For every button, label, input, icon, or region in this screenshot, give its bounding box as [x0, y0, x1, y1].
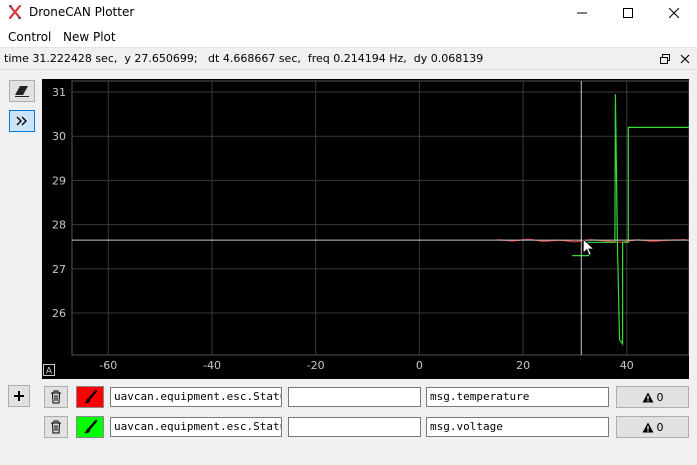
x-tick-label: -40	[203, 359, 221, 372]
paintbrush-icon	[84, 419, 98, 434]
warning-icon	[642, 422, 653, 432]
expression-field[interactable]: msg.voltage	[426, 417, 609, 437]
app-icon	[8, 4, 22, 20]
maximize-button[interactable]	[605, 0, 651, 26]
warnings-button[interactable]: 0	[616, 416, 689, 438]
x-tick-label: 0	[416, 359, 423, 372]
paintbrush-icon	[84, 389, 98, 404]
trash-icon	[51, 420, 61, 434]
extra-filter-field[interactable]	[288, 417, 421, 437]
expression-field[interactable]: msg.temperature	[426, 387, 609, 407]
add-curve-button[interactable]	[8, 385, 30, 407]
menu-control[interactable]: Control	[8, 30, 51, 44]
plot-canvas[interactable]: -60 -40 -20 0 20 40 31 30 29 28 27 26	[42, 79, 689, 379]
curve-color-button[interactable]	[76, 386, 104, 408]
x-tick-label: 40	[620, 359, 634, 372]
plus-icon	[14, 391, 24, 401]
minimize-button[interactable]	[559, 0, 605, 26]
double-chevron-right-icon	[16, 116, 27, 126]
y-tick-label: 27	[52, 263, 66, 276]
plot-frame	[71, 80, 689, 356]
warnings-button[interactable]: 0	[616, 386, 689, 408]
warnings-count: 0	[656, 390, 664, 404]
menu-bar: Control New Plot	[0, 26, 697, 48]
cursor-readout-bar: time 31.222428 sec, y 27.650699; dt 4.66…	[0, 49, 697, 70]
auto-range-label: A	[46, 367, 53, 377]
y-tick-label: 31	[52, 86, 66, 99]
window-title: DroneCAN Plotter	[29, 5, 135, 19]
y-tick-label: 26	[52, 307, 66, 320]
toggle-curves-button[interactable]	[9, 110, 35, 132]
close-window-button[interactable]	[651, 0, 697, 26]
eraser-icon	[15, 86, 29, 97]
mouse-pointer-icon	[582, 238, 595, 256]
x-tick-label: 20	[516, 359, 530, 372]
float-dock-icon[interactable]	[658, 52, 672, 66]
warnings-count: 0	[656, 420, 664, 434]
series-line-2	[572, 94, 689, 346]
y-tick-label: 28	[52, 219, 66, 232]
message-type-field[interactable]: uavcan.equipment.esc.Status	[110, 417, 282, 437]
message-type-field[interactable]: uavcan.equipment.esc.Status	[110, 387, 282, 407]
trash-icon	[51, 390, 61, 404]
plot-area[interactable]: -60 -40 -20 0 20 40 31 30 29 28 27 26	[42, 79, 689, 379]
y-tick-label: 29	[52, 174, 66, 187]
delete-curve-button[interactable]	[44, 416, 68, 438]
delete-curve-button[interactable]	[44, 386, 68, 408]
auto-range-button[interactable]: A	[43, 364, 55, 376]
clear-plot-button[interactable]	[9, 80, 35, 102]
close-icon	[669, 8, 679, 18]
menu-new-plot[interactable]: New Plot	[63, 30, 116, 44]
close-dock-icon[interactable]	[678, 52, 692, 66]
y-tick-label: 30	[52, 130, 66, 143]
curve-color-button[interactable]	[76, 416, 104, 438]
minimize-icon	[577, 12, 587, 14]
cursor-readout: time 31.222428 sec, y 27.650699; dt 4.66…	[4, 52, 484, 65]
warning-icon	[642, 392, 653, 402]
x-tick-label: -20	[307, 359, 325, 372]
x-tick-label: -60	[99, 359, 117, 372]
extra-filter-field[interactable]	[288, 387, 421, 407]
title-bar: DroneCAN Plotter	[0, 0, 697, 26]
maximize-icon	[623, 8, 633, 18]
